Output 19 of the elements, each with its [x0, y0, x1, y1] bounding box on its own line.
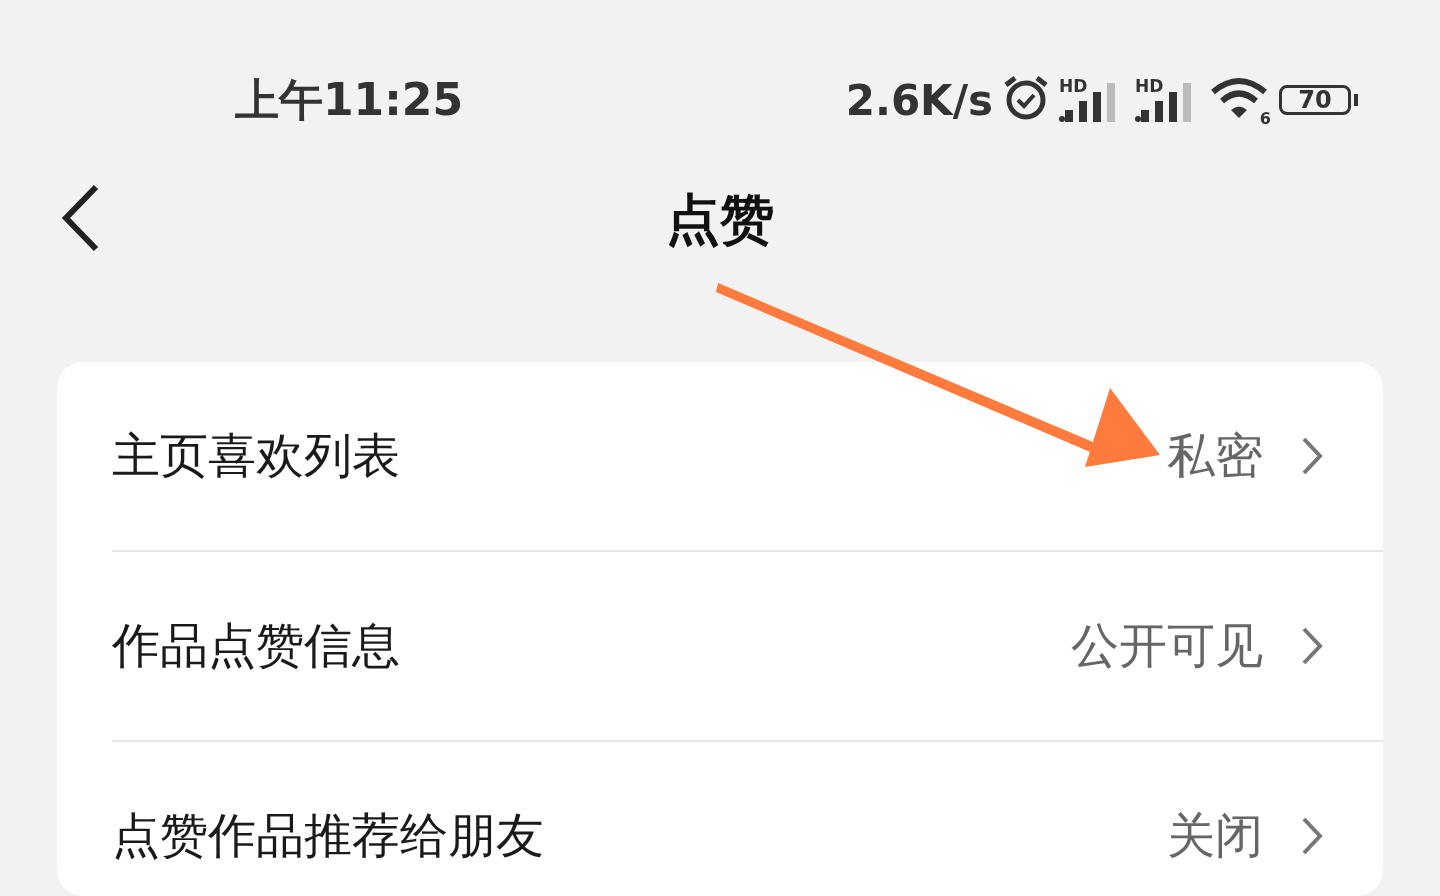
- chevron-right-icon: [1301, 436, 1323, 476]
- setting-value: 私密: [1167, 426, 1263, 485]
- network-speed: 2.6K/s: [845, 75, 993, 125]
- setting-value: 关闭: [1167, 806, 1263, 865]
- setting-value: 公开可见: [1071, 616, 1263, 675]
- setting-label: 主页喜欢列表: [112, 426, 401, 485]
- chevron-right-icon: [1301, 626, 1323, 666]
- chevron-right-icon: [1301, 816, 1323, 856]
- signal-label: HD: [1059, 76, 1088, 96]
- alarm-icon: [1003, 75, 1049, 121]
- setting-label: 作品点赞信息: [112, 616, 401, 675]
- settings-row[interactable]: 点赞作品推荐给朋友 关闭: [112, 742, 1383, 896]
- wifi-label: 6: [1259, 109, 1271, 128]
- signal-label: HD: [1135, 76, 1164, 96]
- page-title: 点赞: [666, 186, 774, 253]
- status-time: 上午11:25: [235, 72, 465, 127]
- battery-level: 70: [1297, 88, 1333, 112]
- setting-label: 点赞作品推荐给朋友: [112, 806, 545, 865]
- settings-row[interactable]: 作品点赞信息 公开可见: [112, 552, 1383, 742]
